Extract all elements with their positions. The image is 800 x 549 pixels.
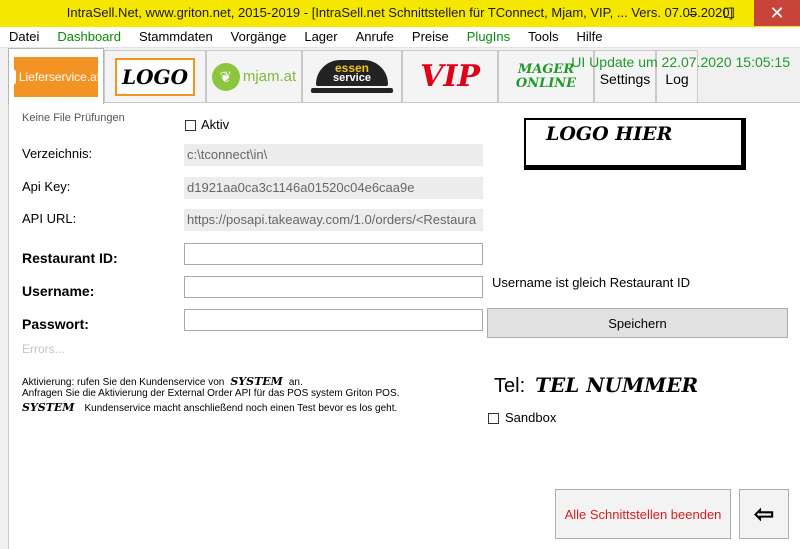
menu-vorgaenge[interactable]: Vorgänge <box>222 27 296 48</box>
system-logo-text: SYSTEM <box>22 401 75 414</box>
sandbox-label: Sandbox <box>505 410 557 425</box>
menu-stammdaten[interactable]: Stammdaten <box>130 27 222 48</box>
passwort-input[interactable] <box>184 309 483 331</box>
menu-datei[interactable]: Datei <box>0 27 48 48</box>
plate-icon <box>311 88 393 93</box>
mjam-leaf-icon: ❦ <box>211 62 240 91</box>
menu-lager[interactable]: Lager <box>295 27 346 48</box>
exit-icon[interactable]: ⇦ <box>739 489 789 539</box>
speichern-button[interactable]: Speichern <box>487 308 788 338</box>
vip-logo: VIP <box>420 59 480 94</box>
system-logo-text: SYSTEM <box>230 375 283 388</box>
menu-bar: Datei Dashboard Stammdaten Vorgänge Lage… <box>0 27 800 48</box>
maximize-icon[interactable]: ☐ <box>714 0 744 26</box>
username-hint: Username ist gleich Restaurant ID <box>492 275 690 290</box>
restaurant-id-label: Restaurant ID: <box>22 250 118 266</box>
tab-vip[interactable]: VIP <box>402 50 498 102</box>
house-icon <box>11 69 16 84</box>
apiurl-label: API URL: <box>22 211 77 226</box>
menu-tools[interactable]: Tools <box>519 27 567 48</box>
menu-dashboard[interactable]: Dashboard <box>48 27 130 48</box>
mjam-logo: ❦ mjam.at <box>211 62 296 91</box>
ui-update-status: UI Update um 22.07.2020 15:05:15 <box>571 54 790 70</box>
title-bar: IntraSell.Net, www.griton.net, 2015-2019… <box>0 0 800 27</box>
cloche-icon: essen service <box>316 60 388 86</box>
tel-row: Tel: TEL NUMMER <box>494 373 698 398</box>
logo-placeholder: LOGO <box>115 57 195 96</box>
essen-service-logo: essen service <box>311 57 393 97</box>
aktiv-checkbox[interactable] <box>185 120 196 131</box>
tab-logo[interactable]: LOGO <box>104 50 206 102</box>
close-icon[interactable]: ✕ <box>754 0 800 26</box>
apikey-label: Api Key: <box>22 179 71 194</box>
verzeichnis-label: Verzeichnis: <box>22 146 93 161</box>
mager-online-logo: MAGER ONLINE <box>515 61 577 91</box>
tab-lieferservice[interactable]: Lieferservice.at <box>8 48 104 104</box>
apiurl-field[interactable]: https://posapi.takeaway.com/1.0/orders/<… <box>184 209 483 231</box>
verzeichnis-field[interactable]: c:\tconnect\in\ <box>184 144 483 166</box>
menu-plugins[interactable]: PlugIns <box>458 27 519 48</box>
errors-label: Errors... <box>22 342 65 356</box>
restaurant-id-input[interactable] <box>184 243 483 265</box>
minimize-icon[interactable]: – <box>678 0 708 26</box>
tab-essen-service[interactable]: essen service <box>302 50 402 102</box>
sandbox-checkbox[interactable] <box>488 413 499 424</box>
menu-hilfe[interactable]: Hilfe <box>568 27 612 48</box>
keine-file-label: Keine File Prüfungen <box>22 112 125 124</box>
aktiv-label: Aktiv <box>201 117 230 132</box>
lieferservice-logo: Lieferservice.at <box>11 56 100 97</box>
info-line-2: Anfragen Sie die Aktivierung der Externa… <box>22 388 400 399</box>
username-input[interactable] <box>184 276 483 298</box>
info-line-3: SYSTEM Kundenservice macht anschließend n… <box>22 401 398 414</box>
apikey-field[interactable]: d1921aa0ca3c1146a01520c04e6caa9e <box>184 177 483 199</box>
info-line-1: Aktivierung: rufen Sie den Kundenservice… <box>22 375 303 388</box>
username-label: Username: <box>22 283 95 299</box>
tel-number: TEL NUMMER <box>535 373 699 397</box>
menu-preise[interactable]: Preise <box>403 27 458 48</box>
tel-label: Tel: <box>494 375 526 397</box>
alle-schnittstellen-beenden-button[interactable]: Alle Schnittstellen beenden <box>555 489 731 539</box>
passwort-label: Passwort: <box>22 316 89 332</box>
menu-anrufe[interactable]: Anrufe <box>347 27 403 48</box>
tab-mjam[interactable]: ❦ mjam.at <box>206 50 302 102</box>
logo-hier-box: LOGO HIER <box>524 118 746 170</box>
